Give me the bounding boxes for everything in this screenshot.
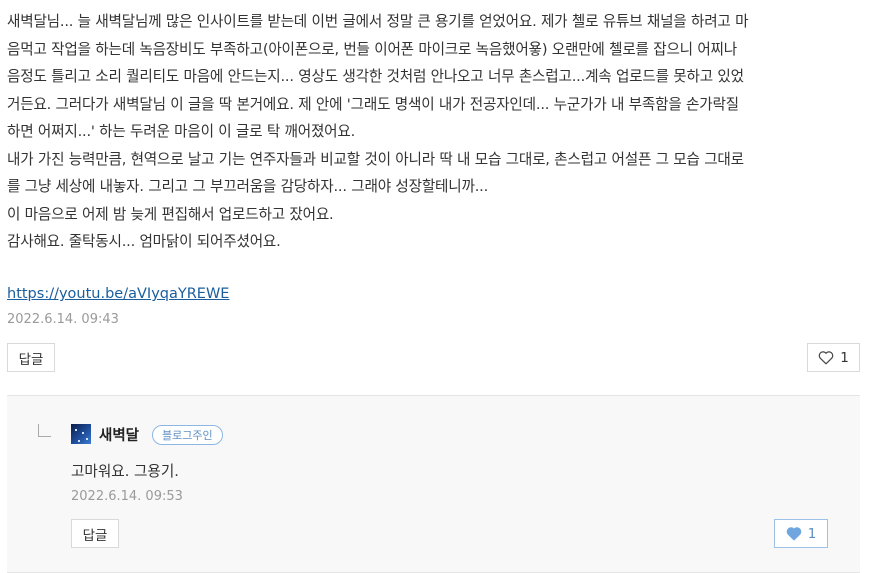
reply-author[interactable]: 새벽달 [99,424,139,445]
like-button[interactable]: 1 [807,343,860,372]
youtube-link[interactable]: https://youtu.be/aVIyqaYREWE [7,286,229,302]
reply-thread [7,395,860,573]
comment-date: 2022.6.14. 09:43 [7,312,119,327]
avatar[interactable] [71,424,91,444]
comment-line: 새벽달님... 늘 새벽달님께 많은 인사이트를 받는데 이번 글에서 정말 큰… [7,13,749,30]
comment-body: 새벽달님... 늘 새벽달님께 많은 인사이트를 받는데 이번 글에서 정말 큰… [7,8,867,256]
comment-line: 를 그냥 세상에 내놓자. 그리고 그 부끄러움을 감당하자... 그래야 성장… [7,178,489,195]
comment-line: 하면 어쩌지...' 하는 두려운 마음이 이 글로 탁 깨어졌어요. [7,123,356,140]
heart-outline-icon [818,351,834,365]
comment-line: 내가 가진 능력만큼, 현역으로 날고 기는 연주자들과 비교할 것이 아니라 … [7,150,744,168]
reply-reply-button[interactable]: 답글 [71,519,119,548]
comment-line: 거든요. 그러다가 새벽달님 이 글을 딱 본거에요. 제 안에 '그래도 명색… [7,95,739,113]
reply-like-button[interactable]: 1 [774,519,828,548]
comment-line: 음정도 틀리고 소리 퀄리티도 마음에 안드는지... 영상도 생각한 것처럼 … [7,68,744,85]
comment-line: 음먹고 작업을 하는데 녹음장비도 부족하고(아이폰으로, 번들 이어폰 마이크… [7,40,738,58]
reply-button[interactable]: 답글 [7,343,55,372]
reply-date: 2022.6.14. 09:53 [71,489,183,504]
reply-text: 고마워요. 그용기. [71,463,179,480]
comment-line: 이 마음으로 어제 밤 늦게 편집해서 업로드하고 잤어요. [7,205,334,223]
reply-elbow-icon [38,424,51,437]
reply-like-count: 1 [807,525,817,542]
comment-line: 감사해요. 줄탁동시... 엄마닭이 되어주셨어요. [7,233,281,250]
owner-badge: 블로그주인 [152,425,223,445]
heart-filled-icon [786,527,802,541]
like-count: 1 [840,349,849,366]
